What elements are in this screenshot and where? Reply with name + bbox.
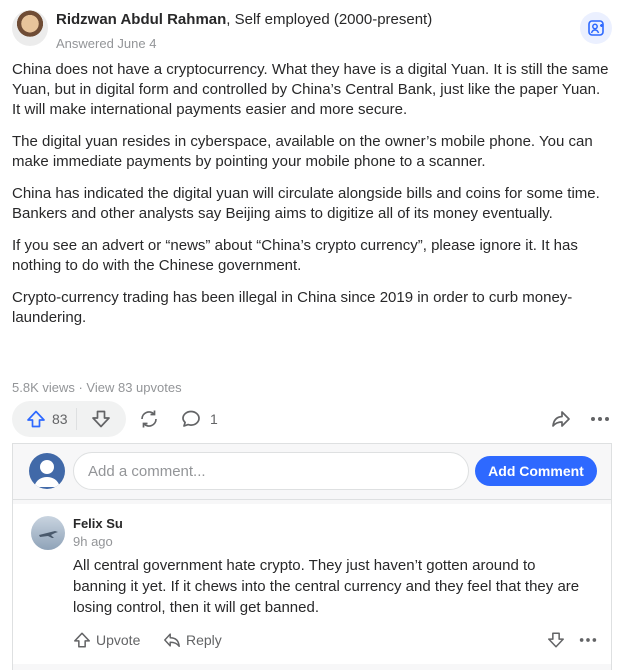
reply-label: Reply — [186, 632, 222, 648]
share-repost-button[interactable] — [138, 401, 160, 437]
more-options-button[interactable] — [588, 401, 612, 437]
comment-reply-button[interactable]: Reply — [163, 628, 222, 652]
more-dots-icon — [579, 638, 597, 642]
comment-item: Felix Su 9h ago All central government h… — [13, 504, 611, 664]
downvote-arrow-icon — [92, 410, 110, 428]
commenter-name[interactable]: Felix Su — [73, 516, 123, 531]
upvote-arrow-icon — [27, 410, 45, 428]
comment-count: 1 — [210, 411, 218, 427]
airplane-photo-icon — [39, 531, 58, 538]
share-button[interactable] — [550, 401, 572, 437]
comment-input[interactable] — [73, 452, 469, 490]
downvote-arrow-icon — [548, 632, 564, 648]
author-avatar[interactable] — [12, 10, 48, 46]
answer-paragraph: China has indicated the digital yuan wil… — [12, 185, 600, 222]
share-arrow-icon — [552, 411, 570, 427]
comments-button[interactable]: 1 — [180, 401, 218, 437]
comment-time[interactable]: 9h ago — [73, 534, 113, 549]
answer-paragraph: China does not have a cryptocurrency. Wh… — [12, 61, 609, 118]
more-dots-icon — [591, 417, 609, 421]
commenter-avatar[interactable] — [31, 516, 65, 550]
answer-paragraph: Crypto-currency trading has been illegal… — [12, 289, 573, 326]
comment-text: All central government hate crypto. They… — [73, 557, 580, 616]
answer-header: Ridzwan Abdul Rahman, Self employed (200… — [12, 8, 612, 52]
upvote-count: 83 — [52, 411, 68, 427]
answered-date[interactable]: Answered June 4 — [56, 36, 156, 51]
comment-bubble-icon — [182, 410, 200, 427]
user-plus-icon — [588, 20, 604, 36]
vote-pill: 83 — [12, 401, 126, 437]
comment-downvote-button[interactable] — [547, 628, 565, 652]
follow-author-button[interactable] — [580, 12, 612, 44]
repost-icon — [141, 410, 157, 428]
upvote-arrow-icon — [74, 632, 90, 648]
add-comment-row: Add Comment — [13, 444, 611, 500]
downvote-button[interactable] — [77, 401, 125, 437]
reply-arrow-icon — [164, 633, 180, 648]
comment-more-button[interactable] — [577, 628, 599, 652]
answer-action-bar: 83 1 — [12, 401, 612, 437]
comment-upvote-button[interactable]: Upvote — [73, 628, 140, 652]
upvote-button[interactable]: 83 — [12, 401, 76, 437]
answer-body: China does not have a cryptocurrency. Wh… — [12, 60, 612, 340]
upvote-label: Upvote — [96, 632, 141, 648]
current-user-avatar — [29, 453, 65, 489]
answer-paragraph: If you see an advert or “news” about “Ch… — [12, 237, 578, 274]
comments-section: Add Comment Felix Su 9h ago All central … — [12, 443, 612, 670]
add-comment-button[interactable]: Add Comment — [475, 456, 597, 486]
answer-paragraph: The digital yuan resides in cyberspace, … — [12, 133, 593, 170]
author-credential[interactable]: , Self employed (2000-present) — [226, 11, 432, 28]
author-line: Ridzwan Abdul Rahman, Self employed (200… — [56, 11, 432, 28]
user-silhouette-icon — [34, 460, 60, 487]
author-name[interactable]: Ridzwan Abdul Rahman — [56, 11, 226, 28]
answer-stats[interactable]: 5.8K views · View 83 upvotes — [12, 380, 182, 395]
comment-actions: Upvote Reply — [73, 628, 599, 652]
